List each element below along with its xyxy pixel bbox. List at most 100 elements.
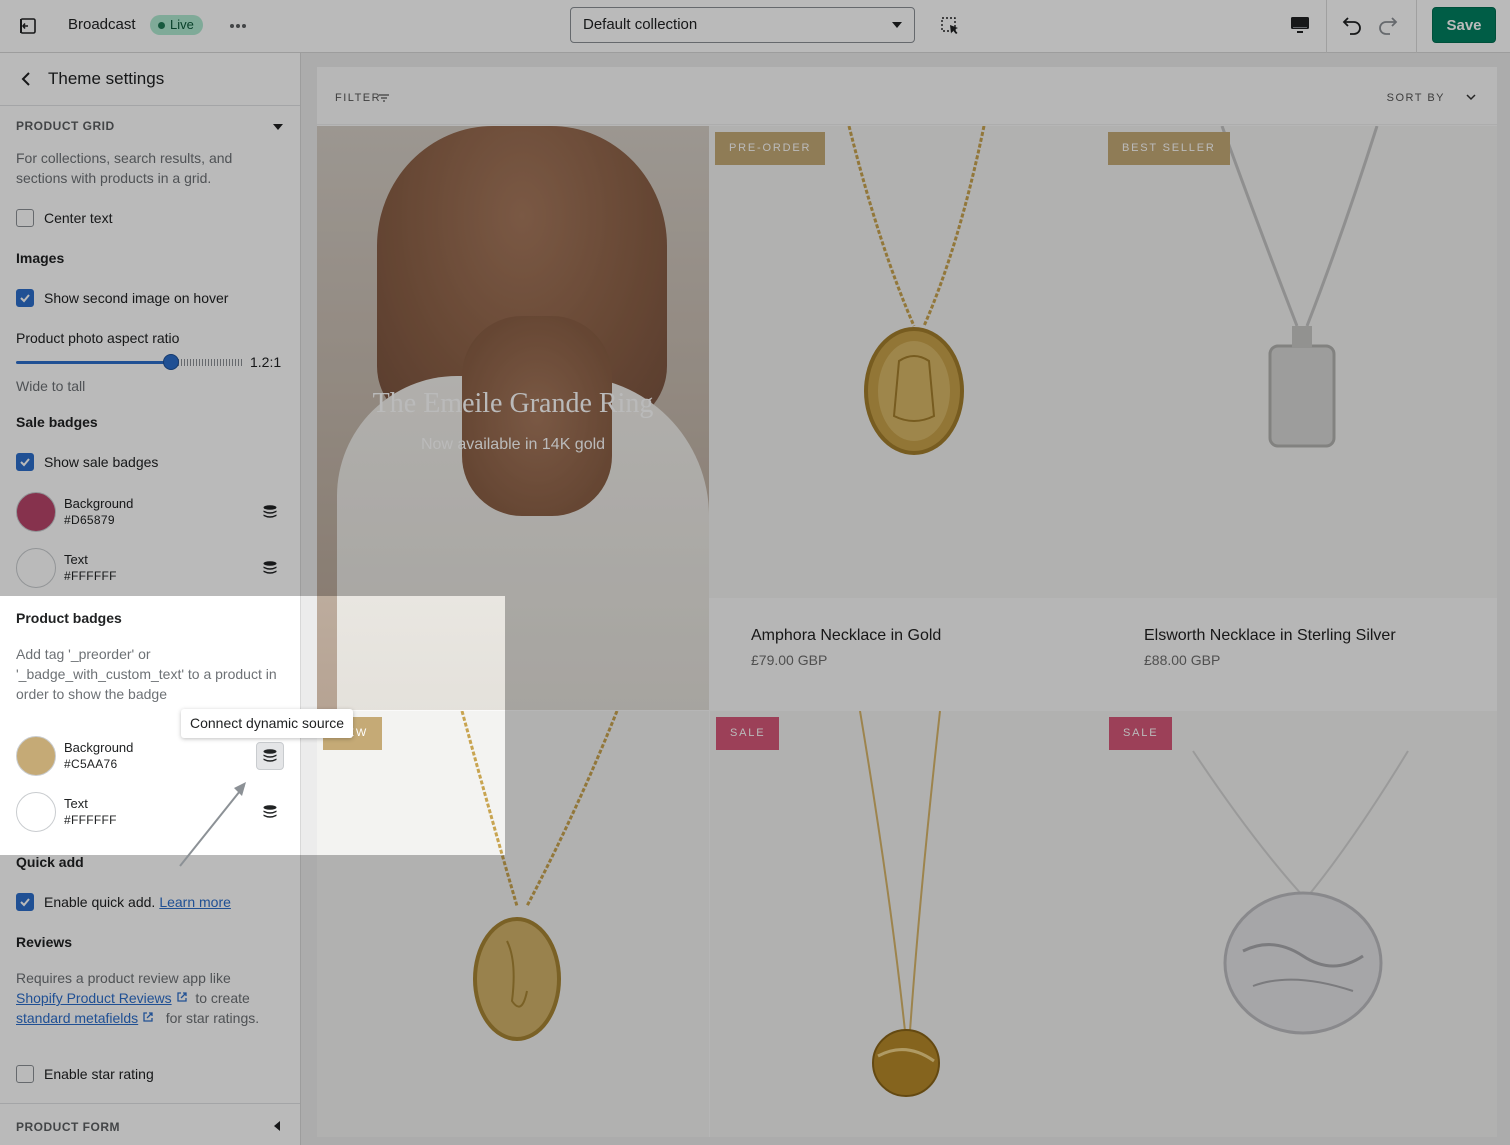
template-select[interactable]: Default collection xyxy=(570,7,915,43)
theme-settings-sidebar: Theme settings PRODUCT GRID For collecti… xyxy=(0,53,301,1145)
shopify-product-reviews-link[interactable]: Shopify Product Reviews xyxy=(16,990,172,1006)
sidebar-title: Theme settings xyxy=(48,69,165,88)
connect-dynamic-source-button[interactable] xyxy=(256,742,284,770)
badge-text-label: Text xyxy=(64,796,88,811)
center-text-checkbox[interactable]: Center text xyxy=(16,208,112,228)
external-link-icon xyxy=(143,1012,153,1022)
checkbox-box[interactable] xyxy=(16,1065,34,1083)
badge-text-hex: #FFFFFF xyxy=(64,813,117,827)
section-expand-icon[interactable] xyxy=(274,1121,280,1131)
gold-pendant-image xyxy=(460,711,619,1041)
badge-background-swatch[interactable] xyxy=(16,736,56,776)
sort-by-button[interactable]: SORT BY xyxy=(1387,92,1445,104)
desktop-icon[interactable] xyxy=(1288,13,1312,37)
chevron-down-icon xyxy=(892,22,902,28)
collection-hero-banner[interactable]: The Emeile Grande Ring Now available in … xyxy=(317,126,709,710)
connect-dynamic-source-tooltip: Connect dynamic source xyxy=(181,709,354,738)
sale-text-swatch[interactable] xyxy=(16,548,56,588)
toolbar-divider xyxy=(1416,0,1417,53)
external-link-icon xyxy=(176,992,187,1002)
exit-icon[interactable] xyxy=(16,14,40,38)
toolbar-divider xyxy=(1326,0,1327,53)
redo-icon[interactable] xyxy=(1376,13,1400,37)
back-chevron-icon[interactable] xyxy=(16,69,36,89)
product-badge: BEST SELLER xyxy=(1108,132,1230,165)
star-rating-checkbox[interactable]: Enable star rating xyxy=(16,1064,154,1084)
checkmark-icon[interactable] xyxy=(16,289,34,307)
chevron-down-icon[interactable] xyxy=(1465,90,1477,102)
save-button[interactable]: Save xyxy=(1432,7,1496,43)
reviews-description: Requires a product review app like Shopi… xyxy=(16,970,260,1026)
product-card-new[interactable]: NEW xyxy=(317,711,709,1137)
aspect-ratio-slider-fill[interactable] xyxy=(16,361,172,364)
checkmark-icon[interactable] xyxy=(16,893,34,911)
product-grid-description: For collections, search results, and sec… xyxy=(16,150,233,186)
dynamic-source-icon[interactable] xyxy=(258,800,282,824)
checkmark-icon[interactable] xyxy=(16,453,34,471)
aspect-ratio-value: 1.2:1 xyxy=(250,354,282,370)
product-title[interactable]: Elsworth Necklace in Sterling Silver xyxy=(1144,627,1396,645)
silver-necklace-image xyxy=(1220,126,1379,448)
sale-text-hex: #FFFFFF xyxy=(64,569,117,583)
section-product-form[interactable]: PRODUCT FORM xyxy=(0,1103,300,1145)
product-info-elsworth: Elsworth Necklace in Sterling Silver £88… xyxy=(1102,598,1497,710)
aspect-ratio-label: Product photo aspect ratio xyxy=(16,330,180,346)
dynamic-source-icon[interactable] xyxy=(258,500,282,524)
sale-badges-heading: Sale badges xyxy=(16,414,98,430)
learn-more-link[interactable]: Learn more xyxy=(159,894,231,910)
reviews-heading: Reviews xyxy=(16,934,73,950)
product-price: £88.00 GBP xyxy=(1144,652,1221,668)
sale-text-label: Text xyxy=(64,552,88,567)
badge-background-label: Background xyxy=(64,740,134,755)
product-card-amphora[interactable]: PRE-ORDER xyxy=(709,126,1102,598)
show-sale-badges-checkbox[interactable]: Show sale badges xyxy=(16,452,158,472)
top-bar: Broadcast Live Default collection Save xyxy=(0,0,1510,53)
filter-button[interactable]: FILTER xyxy=(335,92,381,104)
product-card-elsworth[interactable]: BEST SELLER xyxy=(1102,126,1497,598)
product-price: £79.00 GBP xyxy=(751,652,828,668)
filter-bar: FILTER SORT BY xyxy=(317,67,1497,125)
undo-icon[interactable] xyxy=(1340,13,1364,37)
aspect-ratio-slider-track[interactable] xyxy=(172,359,242,366)
sidebar-header: Theme settings xyxy=(0,53,300,106)
live-status-badge: Live xyxy=(150,15,203,35)
quick-add-heading: Quick add xyxy=(16,854,84,870)
aspect-ratio-slider-handle[interactable] xyxy=(163,354,179,370)
sale-background-hex: #D65879 xyxy=(64,513,115,527)
badge-background-hex: #C5AA76 xyxy=(64,757,118,771)
product-badges-description: Add tag '_preorder' or '_badge_with_cust… xyxy=(16,646,277,702)
product-badge: SALE xyxy=(716,717,780,750)
filter-icon[interactable] xyxy=(378,91,390,103)
hero-title: The Emeile Grande Ring xyxy=(372,388,654,419)
inspector-icon[interactable] xyxy=(938,14,962,38)
store-name: Broadcast xyxy=(68,16,136,33)
product-badge: PRE-ORDER xyxy=(715,132,826,165)
product-info-amphora: Amphora Necklace in Gold £79.00 GBP xyxy=(709,598,1102,710)
section-collapse-icon[interactable] xyxy=(273,124,283,130)
dynamic-source-icon[interactable] xyxy=(258,556,282,580)
second-image-checkbox[interactable]: Show second image on hover xyxy=(16,288,228,308)
sale-background-label: Background xyxy=(64,496,134,511)
gold-necklace-image xyxy=(847,126,986,455)
silver-disc-necklace-image xyxy=(1192,750,1409,1035)
product-card-sale-gold[interactable]: SALE xyxy=(710,711,1103,1137)
images-heading: Images xyxy=(16,250,65,266)
quick-add-checkbox[interactable]: Enable quick add. Learn more xyxy=(16,892,231,912)
product-title[interactable]: Amphora Necklace in Gold xyxy=(751,627,941,645)
section-label-product-grid[interactable]: PRODUCT GRID xyxy=(16,119,115,133)
status-dot-icon xyxy=(158,21,165,29)
product-card-sale-silver[interactable]: SALE xyxy=(1103,711,1497,1137)
checkbox-box[interactable] xyxy=(16,209,34,227)
product-badges-heading: Product badges xyxy=(16,610,122,626)
gold-disc-necklace-image xyxy=(859,711,941,1097)
badge-text-swatch[interactable] xyxy=(16,792,56,832)
theme-preview: FILTER SORT BY The Emeile Grande Ring No… xyxy=(301,53,1510,1145)
hero-subtitle: Now available in 14K gold xyxy=(420,436,606,453)
aspect-ratio-hint: Wide to tall xyxy=(16,378,86,394)
preview-frame: FILTER SORT BY The Emeile Grande Ring No… xyxy=(317,67,1497,1137)
section-label-product-form[interactable]: PRODUCT FORM xyxy=(16,1120,120,1134)
more-icon[interactable] xyxy=(226,14,250,38)
standard-metafields-link[interactable]: standard metafields xyxy=(16,1010,138,1026)
product-badge: SALE xyxy=(1109,717,1173,750)
sale-background-swatch[interactable] xyxy=(16,492,56,532)
